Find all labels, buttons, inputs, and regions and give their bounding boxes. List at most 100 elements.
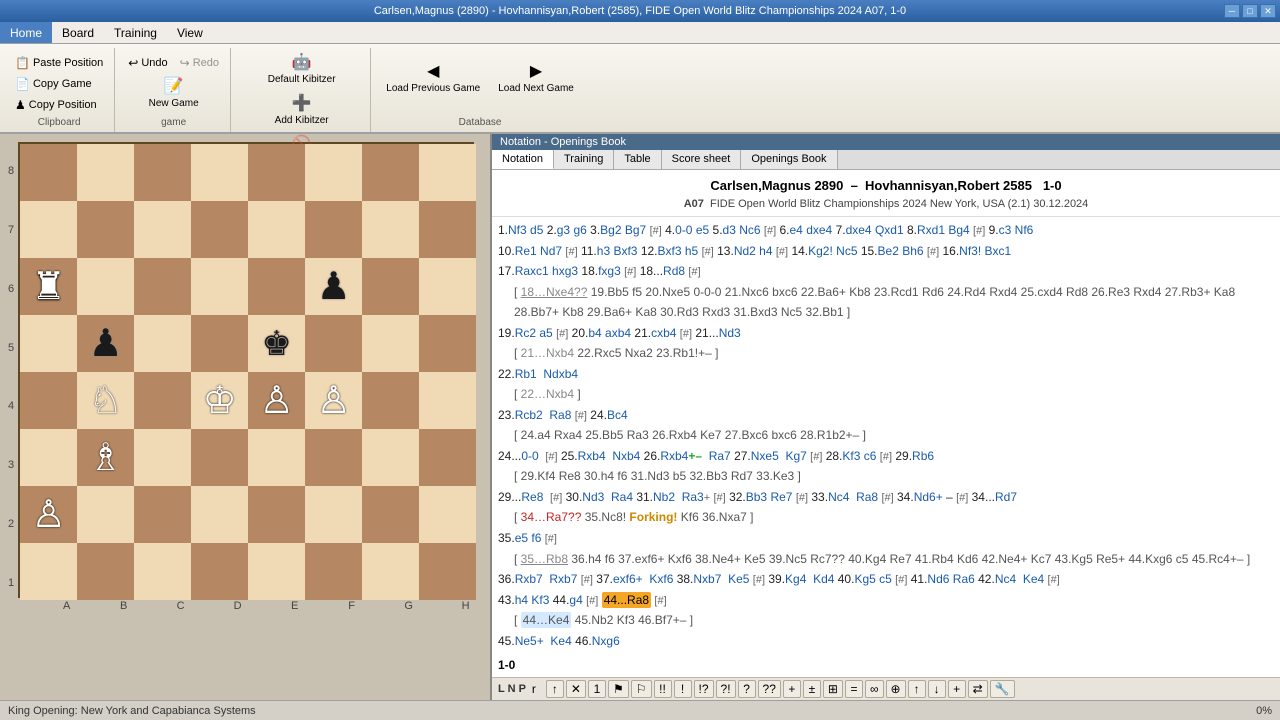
move-3bg2[interactable]: Bg2 bbox=[600, 223, 621, 237]
menu-board[interactable]: Board bbox=[52, 22, 104, 43]
square-a2[interactable]: ♙ bbox=[20, 486, 77, 543]
square-e4[interactable]: ♙ bbox=[248, 372, 305, 429]
copy-game-button[interactable]: 📄 Copy Game bbox=[10, 74, 108, 94]
move-2g3[interactable]: g3 bbox=[557, 223, 570, 237]
square-h6[interactable] bbox=[419, 258, 476, 315]
chessboard[interactable]: ♜ ♟ ♟ ♚ bbox=[18, 142, 474, 598]
symbol-uparrow[interactable]: ↑ bbox=[908, 680, 926, 698]
symbol-equal[interactable]: = bbox=[845, 680, 863, 698]
square-b6[interactable] bbox=[77, 258, 134, 315]
symbol-plusplus[interactable]: + bbox=[948, 680, 966, 698]
square-g2[interactable] bbox=[362, 486, 419, 543]
square-d3[interactable] bbox=[191, 429, 248, 486]
square-g7[interactable] bbox=[362, 201, 419, 258]
symbol-x[interactable]: ✕ bbox=[566, 680, 586, 698]
square-h3[interactable] bbox=[419, 429, 476, 486]
square-h8[interactable] bbox=[419, 144, 476, 201]
symbol-question[interactable]: ? bbox=[738, 680, 756, 698]
square-f1[interactable] bbox=[305, 543, 362, 600]
square-d8[interactable] bbox=[191, 144, 248, 201]
highlighted-move-44ke4[interactable]: 44…Ke4 bbox=[521, 612, 572, 628]
square-e5[interactable]: ♚ bbox=[248, 315, 305, 372]
copy-position-button[interactable]: ♟ Copy Position bbox=[10, 95, 108, 115]
square-a1[interactable] bbox=[20, 543, 77, 600]
square-c3[interactable] bbox=[134, 429, 191, 486]
symbol-downarrow[interactable]: ↓ bbox=[928, 680, 946, 698]
square-f3[interactable] bbox=[305, 429, 362, 486]
square-a6[interactable]: ♜ bbox=[20, 258, 77, 315]
square-c4[interactable] bbox=[134, 372, 191, 429]
square-g8[interactable] bbox=[362, 144, 419, 201]
symbol-plusequal[interactable]: ⊞ bbox=[823, 680, 843, 698]
square-a4[interactable] bbox=[20, 372, 77, 429]
square-c6[interactable] bbox=[134, 258, 191, 315]
square-h4[interactable] bbox=[419, 372, 476, 429]
undo-button[interactable]: ↩ Undo bbox=[123, 53, 172, 73]
square-c8[interactable] bbox=[134, 144, 191, 201]
symbol-flag[interactable]: ⚑ bbox=[608, 680, 629, 698]
square-c5[interactable] bbox=[134, 315, 191, 372]
move-2g6[interactable]: g6 bbox=[573, 223, 586, 237]
tab-training[interactable]: Training bbox=[554, 150, 614, 169]
square-d4[interactable]: ♔ bbox=[191, 372, 248, 429]
square-b5[interactable]: ♟ bbox=[77, 315, 134, 372]
close-button[interactable]: ✕ bbox=[1260, 4, 1276, 18]
square-g1[interactable] bbox=[362, 543, 419, 600]
square-a8[interactable] bbox=[20, 144, 77, 201]
symbol-question2[interactable]: ?? bbox=[758, 680, 781, 698]
square-h1[interactable] bbox=[419, 543, 476, 600]
default-kibitzer-button[interactable]: 🤖 Default Kibitzer bbox=[239, 50, 364, 90]
square-g6[interactable] bbox=[362, 258, 419, 315]
square-g4[interactable] bbox=[362, 372, 419, 429]
menu-training[interactable]: Training bbox=[104, 22, 167, 43]
square-e8[interactable] bbox=[248, 144, 305, 201]
square-a5[interactable] bbox=[20, 315, 77, 372]
square-d2[interactable] bbox=[191, 486, 248, 543]
square-b8[interactable] bbox=[77, 144, 134, 201]
move-1nf3[interactable]: Nf3 bbox=[508, 223, 527, 237]
menu-home[interactable]: Home bbox=[0, 22, 52, 43]
square-h7[interactable] bbox=[419, 201, 476, 258]
maximize-button[interactable]: □ bbox=[1242, 4, 1258, 18]
square-f2[interactable] bbox=[305, 486, 362, 543]
square-d6[interactable] bbox=[191, 258, 248, 315]
highlighted-move-44ra8[interactable]: 44...Ra8 bbox=[602, 592, 651, 608]
symbol-exclaim2[interactable]: !! bbox=[654, 680, 672, 698]
square-a3[interactable] bbox=[20, 429, 77, 486]
symbol-arrow-left[interactable]: ↑ bbox=[546, 680, 564, 698]
paste-position-button[interactable]: 📋 Paste Position bbox=[10, 53, 108, 73]
moves-area[interactable]: 1.Nf3 d5 2.g3 g6 3.Bg2 Bg7 [#] 4.0-0 e5 … bbox=[492, 217, 1280, 677]
add-kibitzer-button[interactable]: ➕ Add Kibitzer bbox=[239, 91, 364, 131]
symbol-wrench[interactable]: 🔧 bbox=[990, 680, 1015, 698]
square-d7[interactable] bbox=[191, 201, 248, 258]
symbol-plus[interactable]: + bbox=[783, 680, 801, 698]
move-3bg7[interactable]: Bg7 bbox=[625, 223, 646, 237]
menu-view[interactable]: View bbox=[167, 22, 213, 43]
square-f6[interactable]: ♟ bbox=[305, 258, 362, 315]
redo-button[interactable]: ↪ Redo bbox=[175, 53, 224, 73]
square-h5[interactable] bbox=[419, 315, 476, 372]
square-b7[interactable] bbox=[77, 201, 134, 258]
square-a7[interactable] bbox=[20, 201, 77, 258]
square-f8[interactable] bbox=[305, 144, 362, 201]
symbol-interrobang[interactable]: !? bbox=[694, 680, 714, 698]
minimize-button[interactable]: ─ bbox=[1224, 4, 1240, 18]
square-g3[interactable] bbox=[362, 429, 419, 486]
symbol-infinity[interactable]: ∞ bbox=[865, 680, 884, 698]
square-e3[interactable] bbox=[248, 429, 305, 486]
square-e1[interactable] bbox=[248, 543, 305, 600]
square-b4[interactable]: ♘ bbox=[77, 372, 134, 429]
move-1d5[interactable]: d5 bbox=[530, 223, 543, 237]
square-b3[interactable]: ♗ bbox=[77, 429, 134, 486]
square-c2[interactable] bbox=[134, 486, 191, 543]
tab-openings-book[interactable]: Openings Book bbox=[741, 150, 837, 169]
square-f5[interactable] bbox=[305, 315, 362, 372]
square-c1[interactable] bbox=[134, 543, 191, 600]
symbol-plusminus[interactable]: ± bbox=[803, 680, 821, 698]
symbol-exclaim[interactable]: ! bbox=[674, 680, 692, 698]
square-e7[interactable] bbox=[248, 201, 305, 258]
load-next-game-button[interactable]: ▶ Load Next Game bbox=[491, 59, 581, 99]
square-f4[interactable]: ♙ bbox=[305, 372, 362, 429]
square-b2[interactable] bbox=[77, 486, 134, 543]
new-game-button[interactable]: 📝 New Game bbox=[142, 74, 206, 114]
